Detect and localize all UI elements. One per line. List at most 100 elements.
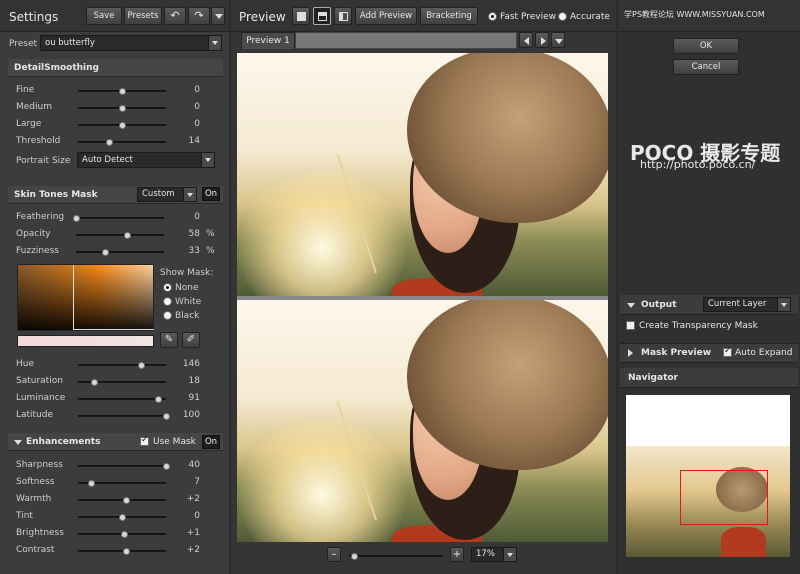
expand-triangle-icon[interactable] [628, 349, 633, 357]
transparency-mask-checkbox[interactable] [626, 321, 635, 330]
tab-prev-button[interactable] [519, 32, 533, 48]
contrast-slider[interactable] [78, 548, 166, 555]
enh-on-toggle[interactable]: On [202, 435, 220, 449]
navigator-label: Navigator [628, 373, 678, 383]
output-select[interactable]: Current Layer [703, 297, 791, 312]
contrast-slider-knob[interactable] [123, 548, 131, 555]
cancel-button[interactable]: Cancel [673, 59, 739, 75]
undo-button[interactable]: ↶ [164, 7, 186, 25]
sharpness-slider-knob[interactable] [163, 463, 170, 470]
hue-value: 146 [182, 359, 200, 369]
fuzziness-unit: % [206, 246, 215, 256]
mask-white-radio[interactable] [163, 297, 172, 306]
detail-smoothing-header: DetailSmoothing [8, 59, 223, 77]
fast-preview-radio[interactable] [488, 12, 497, 21]
preset-label: Preset [9, 39, 38, 49]
preview-image-before[interactable] [237, 53, 608, 296]
feathering-value: 0 [194, 212, 200, 222]
softness-slider[interactable] [78, 480, 166, 487]
hue-strip[interactable] [17, 335, 154, 347]
zoom-select[interactable]: 17% [471, 547, 517, 562]
save-button[interactable]: Save [86, 7, 122, 25]
brightness-slider-knob[interactable] [120, 531, 128, 538]
fine-slider-knob[interactable] [119, 88, 126, 95]
auto-expand-checkbox[interactable] [723, 346, 732, 357]
ok-button[interactable]: OK [673, 38, 739, 54]
medium-slider[interactable] [78, 105, 166, 112]
zoom-slider-knob[interactable] [351, 553, 358, 560]
brightness-slider[interactable] [78, 531, 166, 538]
collapse-triangle-icon[interactable] [627, 303, 635, 308]
zoom-in-button[interactable]: + [450, 547, 464, 562]
opacity-slider[interactable] [76, 232, 164, 239]
fine-slider[interactable] [78, 88, 166, 95]
split-horizontal-icon [318, 12, 327, 21]
chevron-left-icon [524, 37, 529, 45]
preview-title: Preview [239, 10, 286, 24]
settings-title: Settings [9, 10, 59, 24]
contrast-label: Contrast [16, 545, 55, 555]
bracketing-button[interactable]: Bracketing [420, 7, 478, 25]
hue-slider[interactable] [78, 362, 166, 369]
warmth-slider[interactable] [78, 497, 166, 504]
navigator-viewport-box[interactable] [680, 470, 768, 525]
chevron-right-icon [541, 37, 546, 45]
threshold-slider-knob[interactable] [105, 139, 113, 146]
fuzziness-slider[interactable] [76, 249, 164, 256]
presets-button[interactable]: Presets [124, 7, 162, 25]
redo-button[interactable]: ↷ [188, 7, 210, 25]
add-preview-button[interactable]: Add Preview [355, 7, 417, 25]
preview-tab[interactable]: Preview 1 [241, 32, 295, 49]
opacity-slider-knob[interactable] [124, 232, 132, 239]
threshold-slider[interactable] [78, 139, 166, 146]
skin-mode-select[interactable]: Custom [137, 187, 197, 202]
eyedropper-button[interactable]: ✎ [160, 332, 178, 348]
mask-black-radio[interactable] [163, 311, 172, 320]
fine-value: 0 [194, 85, 200, 95]
preview-image-after[interactable] [237, 300, 608, 542]
portrait-size-value: Auto Detect [82, 155, 133, 165]
sharpness-slider[interactable] [78, 463, 170, 470]
zoom-out-button[interactable]: – [327, 547, 341, 562]
large-slider[interactable] [78, 122, 166, 129]
mask-none-label: None [175, 283, 199, 293]
menu-dropdown-button[interactable] [211, 7, 225, 25]
split-vertical-button[interactable] [334, 7, 352, 25]
warmth-slider-knob[interactable] [123, 497, 131, 504]
use-mask-checkbox[interactable] [140, 435, 149, 446]
mask-none-radio[interactable] [163, 283, 172, 292]
saturation-slider[interactable] [78, 379, 166, 386]
feathering-slider[interactable] [73, 215, 164, 222]
large-slider-knob[interactable] [119, 122, 126, 129]
fuzziness-slider-knob[interactable] [102, 249, 110, 256]
hue-slider-knob[interactable] [138, 362, 146, 369]
preview-tab-label: Preview 1 [246, 36, 290, 46]
luminance-slider[interactable] [78, 396, 166, 403]
mask-white-label: White [175, 297, 202, 307]
accurate-radio[interactable] [558, 12, 567, 21]
tint-slider[interactable] [78, 514, 166, 521]
collapse-triangle-icon[interactable] [14, 440, 22, 445]
preset-select[interactable]: ou butterfly [40, 35, 222, 51]
large-label: Large [16, 119, 42, 129]
output-label: Output [641, 300, 677, 310]
softness-slider-knob[interactable] [88, 480, 96, 487]
saturation-slider-knob[interactable] [90, 379, 98, 386]
split-horizontal-button[interactable] [313, 7, 331, 25]
latitude-slider[interactable] [78, 413, 170, 420]
medium-slider-knob[interactable] [119, 105, 126, 112]
tint-slider-knob[interactable] [119, 514, 126, 521]
eyedropper-add-button[interactable]: ✐ [182, 332, 200, 348]
feathering-slider-knob[interactable] [73, 215, 80, 222]
tab-list-button[interactable] [551, 32, 565, 48]
tab-next-button[interactable] [535, 32, 549, 48]
single-view-button[interactable] [292, 7, 310, 25]
skin-on-toggle[interactable]: On [202, 187, 220, 201]
luminance-slider-knob[interactable] [155, 396, 163, 403]
fine-label: Fine [16, 85, 35, 95]
zoom-slider-track[interactable] [349, 553, 443, 560]
portrait-size-select[interactable]: Auto Detect [77, 152, 215, 168]
tab-strip [295, 32, 517, 49]
navigator-thumbnail[interactable] [626, 395, 790, 557]
latitude-slider-knob[interactable] [163, 413, 170, 420]
